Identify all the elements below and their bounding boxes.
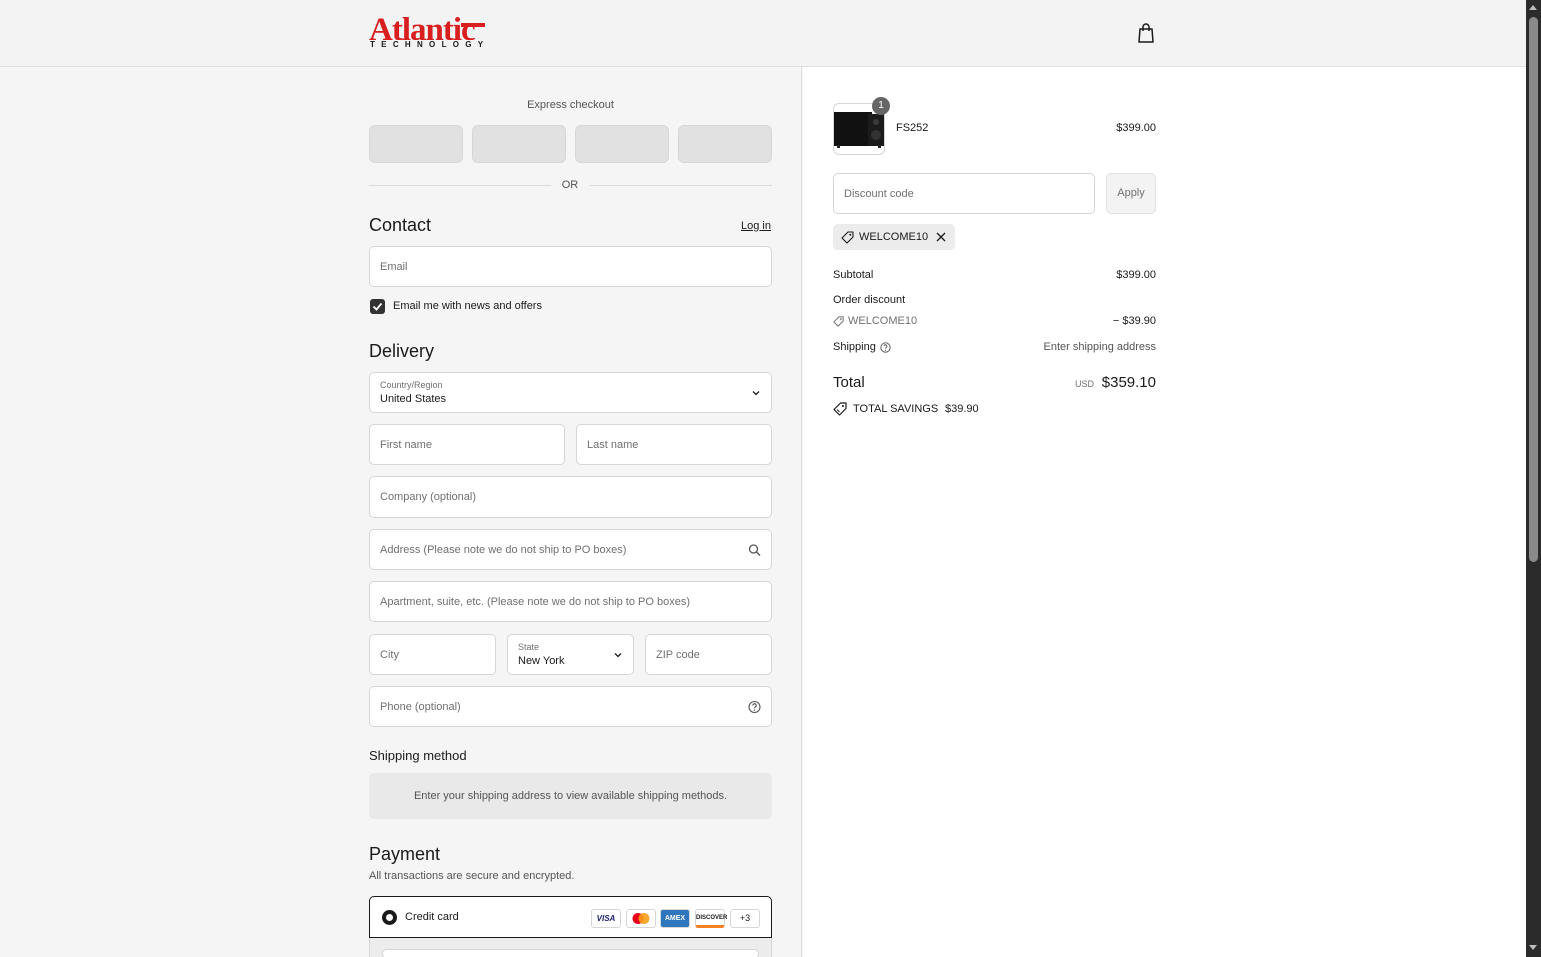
check-icon [372, 302, 383, 311]
visa-icon: VISA [591, 909, 621, 928]
search-icon [748, 543, 761, 556]
scroll-thumb[interactable] [1529, 17, 1538, 562]
express-pay-button-2[interactable] [472, 125, 566, 163]
mastercard-icon [626, 909, 656, 928]
order-discount-value: − $39.90 [1112, 315, 1156, 327]
scroll-up-arrow-icon[interactable] [1529, 5, 1537, 10]
total-currency: USD [1075, 379, 1095, 389]
credit-card-option[interactable]: Credit card VISA AMEX DISCOVER +3 [369, 896, 772, 938]
divider [369, 185, 551, 186]
subtotal-label: Subtotal [833, 269, 874, 281]
express-pay-button-3[interactable] [575, 125, 669, 163]
state-select[interactable]: State New York [507, 634, 634, 675]
total-value: $359.10 [1101, 374, 1156, 391]
express-checkout-title: Express checkout [527, 99, 614, 111]
state-value: New York [518, 655, 565, 667]
phone-field[interactable]: Phone (optional) [369, 686, 772, 727]
discover-icon: DISCOVER [695, 909, 727, 928]
country-select[interactable]: Country/Region United States [369, 372, 772, 413]
tag-icon [841, 231, 854, 244]
card-number-field[interactable] [382, 949, 759, 957]
phone-placeholder: Phone (optional) [380, 700, 461, 713]
newsletter-checkbox[interactable] [370, 299, 385, 314]
country-label: Country/Region [380, 380, 443, 390]
apartment-field[interactable]: Apartment, suite, etc. (Please note we d… [369, 581, 772, 622]
total-savings-value: $39.90 [945, 403, 979, 415]
contact-heading: Contact [369, 215, 432, 235]
or-separator: OR [561, 179, 579, 191]
brand-logo[interactable]: Atlantic TECHNOLOGY [369, 12, 492, 51]
help-icon[interactable] [880, 342, 891, 353]
discount-code-field[interactable]: Discount code [833, 173, 1095, 214]
company-placeholder: Company (optional) [380, 491, 476, 503]
shopping-bag-icon [1138, 23, 1154, 43]
company-field[interactable]: Company (optional) [369, 476, 772, 518]
login-link[interactable]: Log in [741, 220, 771, 232]
credit-card-radio[interactable] [382, 910, 397, 925]
logo-accent-bar [461, 23, 485, 27]
scroll-down-arrow-icon[interactable] [1529, 945, 1537, 950]
payment-subtitle: All transactions are secure and encrypte… [369, 870, 575, 882]
applied-discount-code: WELCOME10 [859, 231, 929, 243]
card-details-panel [369, 938, 772, 957]
city-placeholder: City [380, 648, 399, 661]
header: Atlantic TECHNOLOGY [0, 0, 1526, 67]
help-icon[interactable] [748, 700, 761, 713]
newsletter-label: Email me with news and offers [393, 300, 542, 312]
address-field[interactable]: Address (Please note we do not ship to P… [369, 529, 772, 570]
email-field[interactable]: Email [369, 246, 772, 287]
total-savings-label: TOTAL SAVINGS [853, 403, 939, 415]
tag-icon [833, 316, 844, 327]
subtotal-value: $399.00 [1116, 269, 1156, 281]
shipping-method-notice: Enter your shipping address to view avai… [369, 773, 772, 819]
last-name-field[interactable]: Last name [576, 424, 772, 465]
order-discount-code: WELCOME10 [848, 315, 918, 327]
first-name-placeholder: First name [380, 438, 432, 451]
shipping-method-heading: Shipping method [369, 748, 467, 763]
shipping-value: Enter shipping address [1043, 341, 1156, 353]
product-price: $399.00 [1116, 122, 1156, 134]
more-cards-badge: +3 [730, 909, 760, 928]
country-value: United States [380, 393, 447, 405]
divider [590, 185, 772, 186]
payment-heading: Payment [369, 844, 441, 864]
apply-discount-button[interactable]: Apply [1106, 173, 1156, 214]
city-field[interactable]: City [369, 634, 496, 675]
last-name-placeholder: Last name [587, 438, 639, 451]
amex-icon: AMEX [660, 909, 690, 928]
delivery-heading: Delivery [369, 341, 435, 361]
discount-code-placeholder: Discount code [844, 187, 914, 200]
shipping-label: Shipping [833, 341, 876, 353]
close-icon[interactable] [936, 232, 946, 242]
product-quantity-badge: 1 [872, 97, 890, 115]
savings-tag-icon [833, 402, 847, 416]
email-placeholder: Email [380, 260, 408, 273]
chevron-down-icon [752, 390, 760, 395]
order-discount-label: Order discount [833, 294, 906, 306]
scrollbar[interactable] [1526, 0, 1541, 957]
applied-discount-chip: WELCOME10 [833, 224, 955, 250]
product-name: FS252 [896, 122, 929, 134]
state-label: State [518, 642, 540, 652]
express-pay-button-1[interactable] [369, 125, 463, 163]
address-placeholder: Address (Please note we do not ship to P… [380, 543, 627, 556]
brand-tagline: TECHNOLOGY [370, 40, 492, 49]
chevron-down-icon [614, 652, 622, 657]
cart-button[interactable] [1136, 22, 1156, 44]
apartment-placeholder: Apartment, suite, etc. (Please note we d… [380, 595, 690, 608]
first-name-field[interactable]: First name [369, 424, 565, 465]
credit-card-label: Credit card [405, 911, 459, 923]
shipping-method-message: Enter your shipping address to view avai… [413, 790, 728, 802]
express-pay-button-4[interactable] [678, 125, 772, 163]
zip-field[interactable]: ZIP code [645, 634, 772, 675]
zip-placeholder: ZIP code [656, 648, 700, 661]
total-label: Total [833, 374, 865, 391]
